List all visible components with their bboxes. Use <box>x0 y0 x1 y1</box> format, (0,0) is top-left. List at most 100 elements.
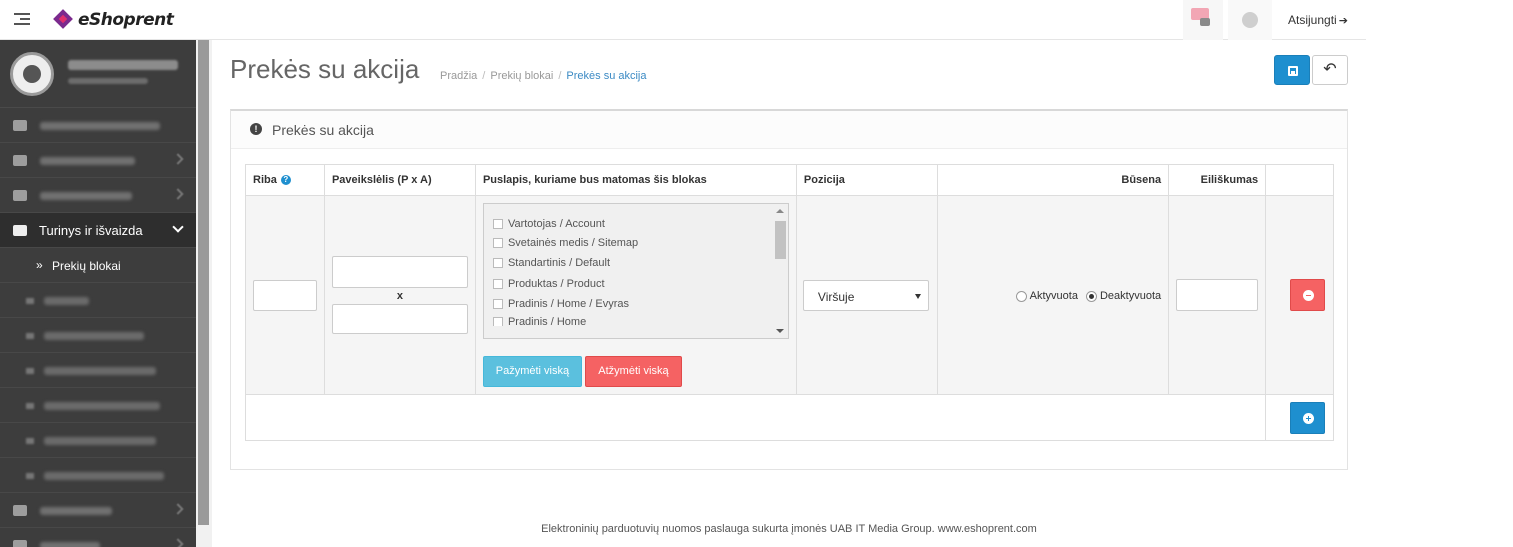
chevron-right-icon <box>172 503 184 515</box>
pages-listbox[interactable]: Vartotojas / Account Svetainės medis / S… <box>482 203 789 339</box>
gear-icon <box>1242 12 1258 28</box>
sort-order-input[interactable] <box>1176 279 1259 311</box>
sidebar-scrollbar[interactable] <box>196 40 212 547</box>
sidebar-subitem-product-blocks[interactable]: » Prekių blokai <box>0 248 196 283</box>
column-header-status: Būsena <box>936 164 1170 196</box>
sign-out-icon: ➔ <box>1338 15 1348 27</box>
sidebar-item-orders[interactable] <box>0 178 196 213</box>
list-item[interactable]: Pradinis / Home / Evyras <box>484 292 788 313</box>
minus-circle-icon <box>1303 290 1315 301</box>
list-item[interactable]: Produktas / Product <box>484 271 788 292</box>
list-item[interactable]: Pradinis / Home <box>484 312 788 326</box>
page-checkbox[interactable] <box>492 316 503 326</box>
sidebar-subitem[interactable] <box>0 388 196 423</box>
logout-label: Atsijungti <box>1288 13 1337 27</box>
scroll-down-icon[interactable] <box>775 329 784 333</box>
scrollbar-thumb[interactable] <box>198 40 209 525</box>
image-width-input[interactable] <box>331 256 468 288</box>
chevron-right-icon <box>172 153 184 165</box>
breadcrumb: Pradžia / Prekių blokai / Prekės su akcija <box>440 70 647 82</box>
save-button[interactable] <box>1274 55 1310 85</box>
status-inactive-radio[interactable] <box>1085 290 1097 302</box>
status-active-radio[interactable] <box>1015 290 1027 302</box>
logout-link[interactable]: Atsijungti ➔ <box>1288 13 1348 27</box>
dashboard-icon <box>13 120 27 131</box>
breadcrumb-product-blocks[interactable]: Prekių blokai <box>490 70 553 82</box>
panel-title: Prekės su akcija <box>272 122 374 138</box>
deselect-all-button[interactable]: Atžymėti viską <box>584 356 682 387</box>
help-icon[interactable]: ? <box>280 175 291 186</box>
save-icon <box>1288 66 1298 76</box>
status-inactive-label[interactable]: Deaktyvuota <box>1100 290 1161 302</box>
status-active-label[interactable]: Aktyvuota <box>1030 290 1078 302</box>
sidebar-item-content[interactable]: Turinys ir išvaizda <box>0 213 196 248</box>
sort-order-cell <box>1168 195 1267 395</box>
cart-icon <box>13 190 27 201</box>
sidebar-subitem[interactable] <box>0 423 196 458</box>
notification-badge <box>1200 18 1210 26</box>
plus-circle-icon <box>1303 413 1315 424</box>
chevron-down-icon <box>172 221 184 233</box>
breadcrumb-current[interactable]: Prekės su akcija <box>566 70 646 82</box>
sidebar-item-catalog[interactable] <box>0 143 196 178</box>
select-all-button[interactable]: Pažymėti viską <box>482 356 582 387</box>
row-actions-cell <box>1265 195 1334 395</box>
bar-chart-icon <box>13 540 27 547</box>
breadcrumb-home[interactable]: Pradžia <box>440 70 477 82</box>
exclamation-icon: ! <box>250 123 262 135</box>
status-cell: Aktyvuota Deaktyvuota <box>936 195 1170 395</box>
column-header-sort-order: Eiliškumas <box>1168 164 1267 196</box>
image-icon <box>13 225 27 236</box>
image-size-separator: x <box>396 290 404 302</box>
chevron-right-icon <box>172 538 184 547</box>
sidebar-subitem[interactable] <box>0 283 196 318</box>
page-checkbox[interactable] <box>492 219 503 229</box>
back-button[interactable]: ↶ <box>1312 55 1348 85</box>
sidebar-subitem-label: Prekių blokai <box>52 259 121 273</box>
caret-down-icon <box>914 294 921 299</box>
user-profile[interactable] <box>0 40 196 108</box>
limit-input[interactable] <box>253 279 317 311</box>
panel-header: ! Prekės su akcija <box>231 111 1347 149</box>
reply-icon: ↶ <box>1323 61 1337 78</box>
column-header-limit: Riba? <box>245 164 325 196</box>
position-select[interactable]: Viršuje <box>802 280 929 311</box>
sidebar-item-dashboard[interactable] <box>0 108 196 143</box>
position-selected-value: Viršuje <box>817 290 855 304</box>
avatar <box>10 52 54 96</box>
sidebar-subitem[interactable] <box>0 353 196 388</box>
sidebar-subitem[interactable] <box>0 458 196 493</box>
scrollbar-thumb[interactable] <box>774 221 786 259</box>
sidebar-subitem[interactable] <box>0 318 196 353</box>
chevron-right-icon <box>172 188 184 200</box>
status-radio-group: Aktyvuota Deaktyvuota <box>1015 290 1161 302</box>
remove-row-button[interactable] <box>1290 279 1326 311</box>
brand-logo[interactable]: eShoprent <box>54 8 174 32</box>
notifications-button[interactable] <box>1183 0 1223 40</box>
page-checkbox[interactable] <box>492 237 503 248</box>
pages-cell: Vartotojas / Account Svetainės medis / S… <box>474 195 797 395</box>
sidebar-item-marketing[interactable] <box>0 493 196 528</box>
sidebar-item-reports[interactable] <box>0 528 196 547</box>
table-row: x Vartotojas / Account Svetainės medis /… <box>245 195 1334 395</box>
list-item[interactable]: Vartotojas / Account <box>484 204 788 230</box>
logo-mark-icon <box>54 10 74 30</box>
user-name-blurred <box>68 60 178 70</box>
add-row-button[interactable] <box>1290 402 1326 434</box>
list-item[interactable]: Standartinis / Default <box>484 251 788 272</box>
page-checkbox[interactable] <box>492 299 503 310</box>
brand-name: eShoprent <box>78 10 174 30</box>
menu-toggle-icon[interactable] <box>14 13 30 27</box>
module-panel: ! Prekės su akcija Riba? Paveikslėlis (P… <box>230 109 1348 470</box>
column-header-actions <box>1265 164 1334 196</box>
page-checkbox[interactable] <box>492 258 503 269</box>
table-footer-row <box>244 394 1334 441</box>
settings-button[interactable] <box>1228 0 1272 40</box>
image-size-cell: x <box>323 195 476 395</box>
list-item[interactable]: Svetainės medis / Sitemap <box>484 230 788 251</box>
image-height-input[interactable] <box>331 304 468 334</box>
page-checkbox[interactable] <box>492 278 503 289</box>
scroll-up-icon[interactable] <box>775 209 784 213</box>
listbox-scrollbar[interactable] <box>771 204 788 338</box>
sidebar: Turinys ir išvaizda » Prekių blokai <box>0 40 196 547</box>
